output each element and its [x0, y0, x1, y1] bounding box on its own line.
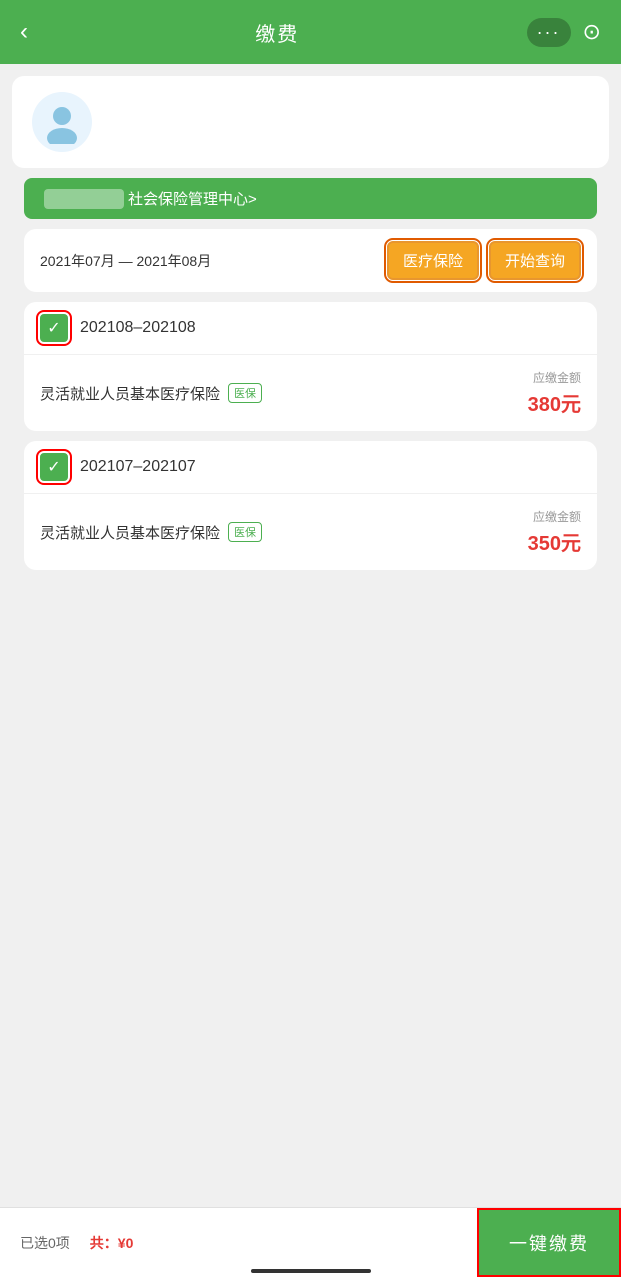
insurance-name-2: 灵活就业人员基本医疗保险: [40, 522, 220, 543]
check-icon-1: ✓: [47, 318, 60, 338]
total-label: 共：: [90, 1235, 118, 1251]
period-1: 202108–202108: [80, 319, 196, 337]
page-title: 缴费: [255, 18, 299, 47]
date-sep: —: [119, 253, 137, 269]
bottom-bar: 已选0项 共：¥0 一键缴费: [0, 1207, 621, 1277]
check-icon-2: ✓: [47, 457, 60, 477]
insurance-info-1: 灵活就业人员基本医疗保险 医保: [40, 383, 262, 404]
amount-section-2: 应缴金额 350元: [528, 508, 581, 556]
amount-label-1: 应缴金额: [528, 369, 581, 386]
green-banner[interactable]: 社会保险管理中心>: [24, 178, 597, 219]
more-options-button[interactable]: ···: [527, 18, 571, 47]
payment-card-2-header: ✓ 202107–202107: [24, 441, 597, 494]
profile-section: [12, 76, 609, 168]
filter-bar: 2021年07月 — 2021年08月 医疗保险 开始查询: [24, 229, 597, 292]
date-range: 2021年07月 — 2021年08月: [40, 251, 377, 271]
query-button[interactable]: 开始查询: [489, 241, 581, 280]
period-2: 202107–202107: [80, 458, 196, 476]
home-indicator: [251, 1269, 371, 1273]
amount-value-2: 350元: [528, 527, 581, 556]
selected-count: 已选0项: [20, 1233, 70, 1253]
scan-button[interactable]: ⊙: [583, 19, 601, 45]
main-content: 社会保险管理中心> 2021年07月 — 2021年08月 医疗保险 开始查询 …: [0, 64, 621, 672]
bottom-left: 已选0项 共：¥0: [0, 1233, 477, 1253]
avatar: [32, 92, 92, 152]
payment-card-2-body: 灵活就业人员基本医疗保险 医保 应缴金额 350元: [24, 494, 597, 570]
insurance-name-1: 灵活就业人员基本医疗保险: [40, 383, 220, 404]
back-button[interactable]: ‹: [20, 18, 28, 46]
insurance-type-button[interactable]: 医疗保险: [387, 241, 479, 280]
payment-card-1-header: ✓ 202108–202108: [24, 302, 597, 355]
date-start: 2021年07月: [40, 253, 115, 269]
total-amount: 共：¥0: [90, 1233, 134, 1253]
checkbox-1[interactable]: ✓: [40, 314, 68, 342]
payment-card-2: ✓ 202107–202107 灵活就业人员基本医疗保险 医保 应缴金额 350…: [24, 441, 597, 570]
insurance-tag-1: 医保: [228, 383, 262, 403]
pay-button[interactable]: 一键缴费: [477, 1208, 621, 1277]
top-nav: ‹ 缴费 ··· ⊙: [0, 0, 621, 64]
amount-label-2: 应缴金额: [528, 508, 581, 525]
total-value: ¥0: [118, 1235, 134, 1251]
nav-actions: ··· ⊙: [527, 18, 601, 47]
date-end: 2021年08月: [137, 253, 212, 269]
insurance-info-2: 灵活就业人员基本医疗保险 医保: [40, 522, 262, 543]
payment-card-1: ✓ 202108–202108 灵活就业人员基本医疗保险 医保 应缴金额 380…: [24, 302, 597, 431]
amount-value-1: 380元: [528, 388, 581, 417]
payment-card-1-body: 灵活就业人员基本医疗保险 医保 应缴金额 380元: [24, 355, 597, 431]
banner-blurred: [44, 189, 124, 209]
amount-section-1: 应缴金额 380元: [528, 369, 581, 417]
banner-text: 社会保险管理中心>: [128, 188, 257, 209]
insurance-tag-2: 医保: [228, 522, 262, 542]
checkbox-2[interactable]: ✓: [40, 453, 68, 481]
